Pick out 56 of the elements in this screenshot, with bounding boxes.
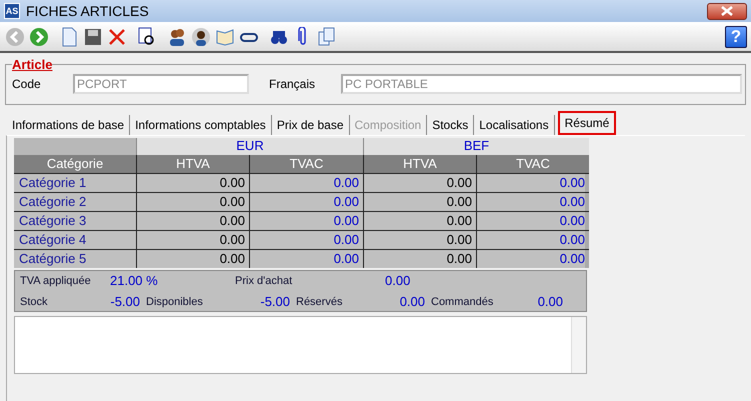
summary-value: 0.00 xyxy=(398,294,425,309)
summary-label: Prix d'achat xyxy=(235,274,294,286)
table-cell: 0.00 xyxy=(363,173,476,192)
window-title: FICHES ARTICLES xyxy=(26,3,150,19)
table-cell: 0.00 xyxy=(136,192,249,211)
column-header: HTVA xyxy=(363,155,476,173)
summary-label: TVA appliquée xyxy=(20,274,92,286)
column-header: HTVA xyxy=(136,155,249,173)
table-cell: 0.00 xyxy=(363,230,476,249)
summary-label: Réservés xyxy=(295,296,344,308)
column-header: Catégorie xyxy=(14,155,136,173)
summary-value: 0.00 xyxy=(384,273,412,288)
table-cell: 0.00 xyxy=(136,249,249,268)
field-label: Code xyxy=(12,77,42,91)
summary-value: 21.00 % xyxy=(110,273,159,288)
category-cell: Catégorie 4 xyxy=(14,230,136,249)
table-cell: 0.00 xyxy=(136,211,249,230)
close-button[interactable] xyxy=(707,2,747,20)
table-cell: 0.00 xyxy=(249,249,363,268)
scrollbar[interactable] xyxy=(571,317,586,373)
category-cell: Catégorie 1 xyxy=(14,173,136,192)
table-cell: 0.00 xyxy=(136,173,249,192)
column-header: TVAC xyxy=(249,155,363,173)
close-icon xyxy=(721,6,733,16)
table-cell: 0.00 xyxy=(363,192,476,211)
table-cell: 0.00 xyxy=(476,173,589,192)
text-field[interactable]: PC PORTABLE xyxy=(341,74,742,94)
table-cell: 0.00 xyxy=(476,249,589,268)
notes-field[interactable] xyxy=(14,316,587,374)
category-cell: Catégorie 5 xyxy=(14,249,136,268)
table-cell: 0.00 xyxy=(476,211,589,230)
tab[interactable]: Résumé xyxy=(558,111,616,135)
table-cell: 0.00 xyxy=(249,230,363,249)
table-cell: 0.00 xyxy=(476,230,589,249)
table-cell: 0.00 xyxy=(476,192,589,211)
summary-value: 0.00 xyxy=(536,294,563,309)
currency-header: BEF xyxy=(363,138,589,155)
currency-header: EUR xyxy=(136,138,363,155)
text-field[interactable]: PCPORT xyxy=(73,74,249,94)
summary-label: Stock xyxy=(20,296,49,308)
group-legend: Article xyxy=(12,57,52,72)
summary-label: Disponibles xyxy=(145,296,204,308)
table-cell: 0.00 xyxy=(249,211,363,230)
app-logo: AS xyxy=(4,3,20,19)
category-cell: Catégorie 2 xyxy=(14,192,136,211)
table-cell: 0.00 xyxy=(249,173,363,192)
table-cell: 0.00 xyxy=(363,249,476,268)
table-cell: 0.00 xyxy=(136,230,249,249)
column-header: TVAC xyxy=(476,155,589,173)
table-cell: 0.00 xyxy=(249,192,363,211)
summary-value: -5.00 xyxy=(109,294,140,309)
field-label: Français xyxy=(269,77,316,91)
category-cell: Catégorie 3 xyxy=(14,211,136,230)
table-cell: 0.00 xyxy=(363,211,476,230)
summary-value: -5.00 xyxy=(259,294,290,309)
summary-label: Commandés xyxy=(430,296,494,308)
